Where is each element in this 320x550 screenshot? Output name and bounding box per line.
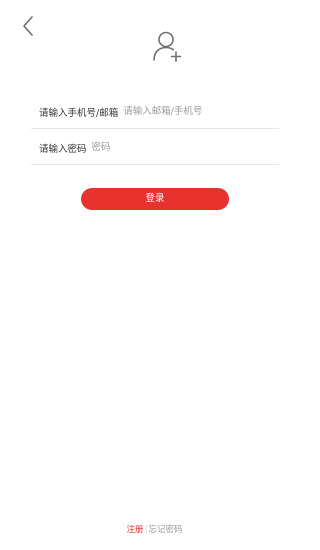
password-field-row: 请输入密码 [31, 131, 279, 165]
account-field-label: 请输入手机号/邮箱 [39, 107, 119, 119]
footer-links: 注册|忘记密码 [0, 524, 309, 536]
login-button[interactable]: 登录 [81, 188, 229, 210]
register-link[interactable]: 注册 [127, 525, 144, 535]
forgot-password-link[interactable]: 忘记密码 [148, 525, 182, 535]
account-field-row: 请输入手机号/邮箱 [31, 95, 279, 129]
login-form: 请输入手机号/邮箱 请输入密码 [31, 95, 279, 165]
add-user-icon [150, 30, 184, 64]
password-field-label: 请输入密码 [39, 143, 87, 155]
back-button[interactable] [18, 14, 40, 38]
password-input[interactable] [86, 137, 279, 158]
chevron-left-icon [23, 16, 33, 36]
account-input[interactable] [118, 101, 279, 122]
